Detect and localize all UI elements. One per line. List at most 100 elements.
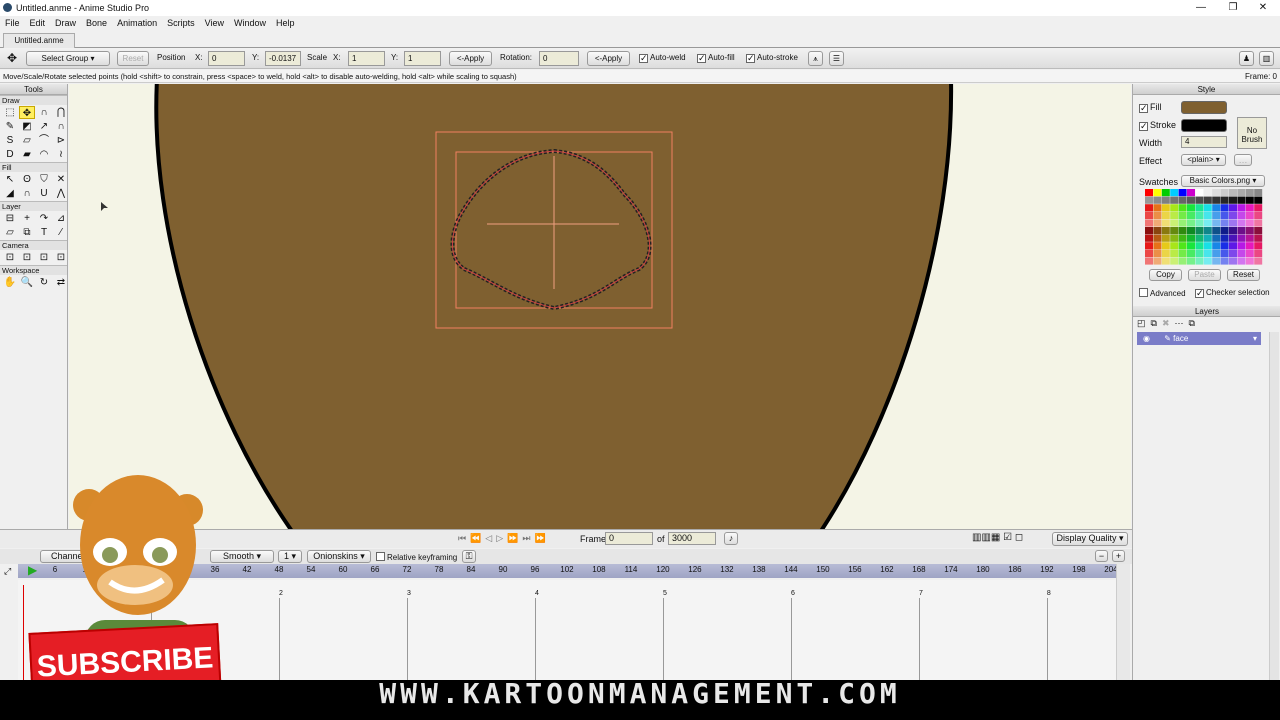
draw-tool-14-icon[interactable]: ◠ [36,148,52,161]
view-layout-icons[interactable]: ▥▥▦ ☑ ◻ [972,532,1023,543]
fill-tool-5-icon[interactable]: ∩ [19,187,35,200]
swatch-color[interactable] [1195,249,1204,257]
layer-row-face[interactable]: ◉ ✎ face ▾ [1137,332,1261,345]
swatch-color[interactable] [1161,242,1170,250]
swatches-dropdown[interactable]: Basic Colors.png ▾ [1181,175,1265,187]
expand-icon[interactable]: ⤢ [4,566,11,577]
swatch-color[interactable] [1245,234,1254,242]
swatch-color[interactable] [1245,257,1254,265]
zoom-out-icon[interactable]: − [1095,550,1108,562]
fill-color-swatch[interactable] [1181,101,1227,114]
swatch-color[interactable] [1245,219,1254,227]
swatch-color[interactable] [1145,219,1153,227]
swatch-color[interactable] [1187,227,1195,235]
swatch-color[interactable] [1220,249,1229,257]
menu-bone[interactable]: Bone [81,16,112,31]
more-icon[interactable]: ⋯ [1175,318,1189,328]
fill-tool-3-icon[interactable]: ✕ [53,173,69,186]
draw-tool-1-icon[interactable]: ✥ [19,106,35,119]
swatch-color[interactable] [1229,242,1237,250]
swatch-color[interactable] [1203,196,1212,204]
layer-tool-7-icon[interactable]: ⁄ [53,226,69,239]
swatch-color[interactable] [1220,189,1229,197]
swatch-color[interactable] [1161,249,1170,257]
draw-tool-12-icon[interactable]: D [2,148,18,161]
stroke-color-swatch[interactable] [1181,119,1227,132]
swatch-color[interactable] [1170,249,1179,257]
swatch-color[interactable] [1254,204,1263,212]
onionskins-dropdown[interactable]: Onionskins ▾ [307,550,371,563]
swatch-color[interactable] [1195,211,1204,219]
swatch-color[interactable] [1195,242,1204,250]
swatch-color[interactable] [1145,257,1153,265]
swatch-color[interactable] [1229,189,1237,197]
swatch-color[interactable] [1153,227,1162,235]
swatch-color[interactable] [1195,196,1204,204]
effect-dropdown[interactable]: <plain> ▾ [1181,154,1226,166]
swatch-color[interactable] [1220,196,1229,204]
layer-tool-1-icon[interactable]: + [19,212,35,225]
swatch-color[interactable] [1161,219,1170,227]
swatch-color[interactable] [1203,219,1212,227]
delete-layer-icon[interactable]: ✖ [1162,318,1175,328]
paste-button[interactable]: Paste [1188,269,1221,281]
new-layer-icon[interactable]: ◰ [1137,318,1151,328]
fill-tool-7-icon[interactable]: ⋀ [53,187,69,200]
draw-tool-15-icon[interactable]: ≀ [53,148,69,161]
swatch-color[interactable] [1254,211,1263,219]
swatch-color[interactable] [1161,196,1170,204]
swatch-color[interactable] [1145,234,1153,242]
swatch-color[interactable] [1254,242,1263,250]
auto-stroke-checkbox[interactable]: ✓ Auto-stroke [746,51,798,66]
workspace-tool-1-icon[interactable]: 🔍 [19,276,35,289]
swatch-color[interactable] [1220,257,1229,265]
advanced-checkbox[interactable]: Advanced [1139,288,1186,298]
swatch-palette[interactable] [1145,189,1263,265]
swatch-color[interactable] [1237,227,1246,235]
checker-selection-checkbox[interactable]: ✓ Checker selection [1195,288,1270,298]
canvas-artwork[interactable] [69,84,1131,529]
menu-help[interactable]: Help [271,16,300,31]
camera-tool-2-icon[interactable]: ⊡ [36,251,52,264]
swatch-color[interactable] [1170,189,1179,197]
swatch-color[interactable] [1153,196,1162,204]
swatch-color[interactable] [1220,242,1229,250]
rotation-input[interactable]: 0 [539,51,579,66]
swatch-color[interactable] [1245,204,1254,212]
weld-icon[interactable]: ⩚ [808,51,823,66]
auto-weld-checkbox[interactable]: ✓ Auto-weld [639,51,686,66]
swatch-color[interactable] [1195,257,1204,265]
swatch-color[interactable] [1229,249,1237,257]
tab-untitled[interactable]: Untitled.anme [3,33,75,48]
user-icon[interactable]: ♟ [1239,51,1254,66]
swatch-color[interactable] [1220,204,1229,212]
auto-fill-checkbox[interactable]: ✓ Auto-fill [697,51,735,66]
reset-style-button[interactable]: Reset [1227,269,1260,281]
layer-tool-3-icon[interactable]: ⊿ [53,212,69,225]
brush-button[interactable]: No Brush [1237,117,1267,149]
swatch-color[interactable] [1187,189,1195,197]
swatch-color[interactable] [1245,211,1254,219]
swatch-color[interactable] [1254,234,1263,242]
swatch-color[interactable] [1178,196,1187,204]
layers-scrollbar[interactable] [1269,332,1279,680]
draw-tool-9-icon[interactable]: ▱ [19,134,35,147]
swatch-color[interactable] [1153,249,1162,257]
swatch-color[interactable] [1245,249,1254,257]
swatch-color[interactable] [1195,234,1204,242]
reset-button[interactable]: Reset [117,51,149,66]
swatch-color[interactable] [1245,189,1254,197]
draw-tool-0-icon[interactable]: ⬚ [2,106,18,119]
sound-icon[interactable]: ♪ [724,532,738,545]
draw-tool-13-icon[interactable]: ▰ [19,148,35,161]
swatch-color[interactable] [1237,204,1246,212]
swatch-color[interactable] [1229,204,1237,212]
swatch-color[interactable] [1203,211,1212,219]
swatch-color[interactable] [1254,189,1263,197]
swatch-color[interactable] [1170,257,1179,265]
layer-tool-0-icon[interactable]: ⊟ [2,212,18,225]
swatch-color[interactable] [1187,219,1195,227]
swatch-color[interactable] [1195,204,1204,212]
swatch-color[interactable] [1195,227,1204,235]
layer-tool-5-icon[interactable]: ⧉ [19,226,35,239]
